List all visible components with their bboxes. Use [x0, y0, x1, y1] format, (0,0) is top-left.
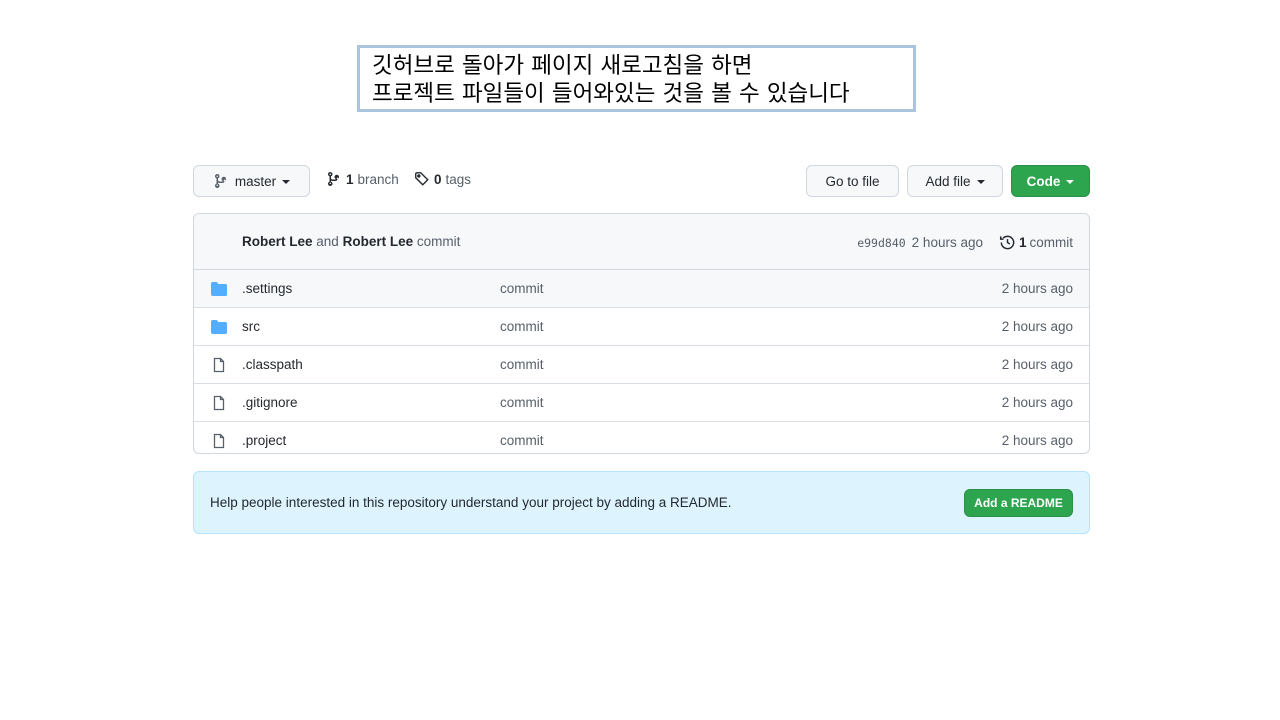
branches-link[interactable]: 1 branch: [326, 171, 399, 187]
tag-word: tags: [445, 171, 472, 187]
file-row[interactable]: .gitignore commit 2 hours ago: [194, 383, 1089, 421]
file-age: 2 hours ago: [1001, 319, 1073, 334]
file-commit-message-link[interactable]: commit: [500, 395, 544, 410]
file-age: 2 hours ago: [1001, 281, 1073, 296]
chevron-down-icon: [1066, 180, 1075, 184]
file-browser: Robert Lee and Robert Lee commit e99d840…: [193, 213, 1090, 454]
file-commit-message-link[interactable]: commit: [500, 281, 544, 296]
add-file-label: Add file: [925, 173, 971, 189]
instruction-caption: 깃허브로 돌아가 페이지 새로고침을 하면 프로젝트 파일들이 들어와있는 것을…: [357, 45, 916, 112]
commit-message-link[interactable]: commit: [417, 234, 461, 249]
file-name-link[interactable]: .gitignore: [242, 395, 298, 410]
file-commit-message-link[interactable]: commit: [500, 357, 544, 372]
file-icon: [210, 395, 228, 411]
file-name-link[interactable]: .settings: [242, 281, 292, 296]
file-row[interactable]: src commit 2 hours ago: [194, 307, 1089, 345]
git-branch-icon: [328, 172, 340, 186]
file-age: 2 hours ago: [1001, 395, 1073, 410]
file-name-link[interactable]: src: [242, 319, 260, 334]
history-icon: [999, 235, 1015, 250]
chevron-down-icon: [282, 180, 291, 184]
folder-icon: [210, 319, 228, 335]
add-readme-button[interactable]: Add a README: [964, 489, 1073, 517]
caption-line-2: 프로젝트 파일들이 들어와있는 것을 볼 수 있습니다: [372, 81, 850, 107]
file-name-link[interactable]: .project: [242, 433, 286, 448]
tag-count: 0: [434, 171, 442, 187]
tag-icon: [415, 172, 429, 186]
folder-icon: [210, 281, 228, 297]
branch-selector-button[interactable]: master: [193, 165, 310, 197]
file-icon: [210, 433, 228, 449]
file-age: 2 hours ago: [1001, 433, 1073, 448]
code-label: Code: [1026, 173, 1061, 189]
readme-hint-text: Help people interested in this repositor…: [210, 495, 732, 510]
author-joiner: and: [316, 234, 339, 249]
branch-word: branch: [357, 171, 399, 187]
go-to-file-button[interactable]: Go to file: [806, 165, 899, 197]
file-name-link[interactable]: .classpath: [242, 357, 303, 372]
commit-sha-link[interactable]: e99d840: [857, 236, 905, 250]
file-icon: [210, 357, 228, 373]
readme-banner: Help people interested in this repositor…: [193, 471, 1090, 534]
caption-line-1: 깃허브로 돌아가 페이지 새로고침을 하면: [372, 53, 753, 79]
git-branch-icon: [214, 174, 226, 188]
chevron-down-icon: [976, 180, 985, 184]
branch-name: master: [234, 173, 277, 189]
file-commit-message-link[interactable]: commit: [500, 433, 544, 448]
commit-count: 1: [1018, 235, 1027, 250]
add-file-button[interactable]: Add file: [907, 165, 1003, 197]
code-button[interactable]: Code: [1011, 165, 1090, 197]
file-row[interactable]: .project commit 2 hours ago: [194, 421, 1089, 453]
commit-age: 2 hours ago: [911, 235, 983, 250]
author-link[interactable]: Robert Lee: [343, 234, 414, 249]
branch-count: 1: [346, 171, 354, 187]
author-link[interactable]: Robert Lee: [242, 234, 313, 249]
commit-history-link[interactable]: 1 commit: [999, 234, 1073, 251]
commit-authors: Robert Lee and Robert Lee commit: [242, 234, 460, 249]
commit-info: e99d840 2 hours ago 1 commit: [857, 234, 1073, 251]
latest-commit-bar: Robert Lee and Robert Lee commit e99d840…: [194, 214, 1089, 270]
commit-word: commit: [1029, 235, 1074, 250]
tags-link[interactable]: 0 tags: [414, 171, 471, 187]
file-age: 2 hours ago: [1001, 357, 1073, 372]
file-row[interactable]: .settings commit 2 hours ago: [194, 270, 1089, 307]
file-row[interactable]: .classpath commit 2 hours ago: [194, 345, 1089, 383]
file-commit-message-link[interactable]: commit: [500, 319, 544, 334]
